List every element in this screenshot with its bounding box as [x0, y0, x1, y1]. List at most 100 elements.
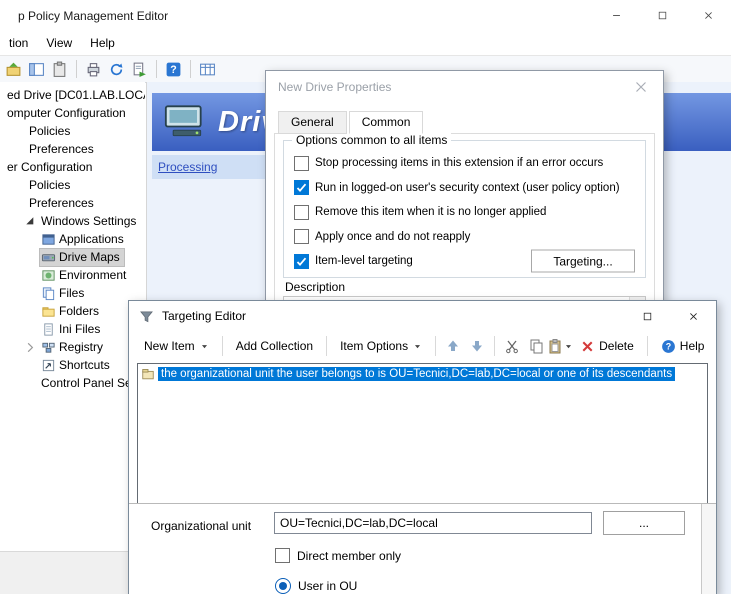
targeting-toolbar: New Item Add Collection Item Options Delete… — [129, 331, 716, 361]
tree-item-body: Policies — [28, 123, 74, 139]
tree-item-control-panel-sett[interactable]: Control Panel Sett — [0, 374, 145, 392]
tree-item-label: Environment — [59, 268, 126, 282]
toolbar-separator — [222, 336, 223, 356]
registry-icon — [41, 340, 56, 355]
group-policy-editor-window: p Policy Management Editor tion View Hel… — [0, 0, 731, 594]
checkbox-item-level-targeting[interactable] — [294, 254, 309, 269]
new-item-button[interactable]: New Item — [137, 334, 216, 358]
caret-icon — [564, 342, 573, 351]
direct-member-checkbox[interactable] — [275, 548, 290, 563]
menu-bar: tion View Help — [0, 31, 731, 56]
processing-row: Processing — [152, 155, 275, 179]
folder-up-button[interactable] — [3, 59, 24, 80]
tree-item-label: Control Panel Sett — [41, 376, 138, 390]
delete-x-icon — [580, 339, 595, 354]
targeting-editor-dialog: Targeting Editor New ItemAdd CollectionI… — [128, 300, 717, 594]
tree-item-policies[interactable]: Policies — [0, 122, 145, 140]
tree-item-ed-drive-dc01-lab-loca[interactable]: ed Drive [DC01.LAB.LOCA — [0, 86, 145, 104]
table-view-button[interactable] — [197, 59, 218, 80]
tree-item-windows-settings[interactable]: Windows Settings — [0, 212, 145, 230]
maximize-button[interactable] — [639, 0, 685, 31]
help-button[interactable]: ?Help — [654, 334, 712, 358]
dialog-title: New Drive Properties — [278, 80, 391, 94]
groupbox-legend: Options common to all items — [292, 133, 451, 147]
down-arrow-button[interactable] — [466, 335, 488, 357]
menu-help[interactable]: Help — [81, 36, 124, 50]
dialog-title-bar: New Drive Properties — [266, 71, 663, 103]
checkbox-remove-this-item-when-it-is-no-longer-applied[interactable] — [294, 205, 309, 220]
checkbox-run-in-logged-on-user-s-security-context-user-policy-option[interactable] — [294, 180, 309, 195]
browse-button[interactable]: ... — [603, 511, 685, 535]
processing-link[interactable]: Processing — [158, 160, 217, 174]
tree-pane-button[interactable] — [26, 59, 47, 80]
refresh-icon — [108, 61, 125, 78]
tab-general[interactable]: General — [278, 111, 347, 134]
tree-expander — [24, 285, 40, 301]
close-button[interactable] — [670, 301, 716, 331]
targeting-button[interactable]: Targeting... — [531, 250, 635, 273]
refresh-button[interactable] — [106, 59, 127, 80]
delete-button[interactable]: Delete — [573, 334, 641, 358]
tree-item-environment[interactable]: Environment — [0, 266, 145, 284]
tree-item-er-configuration[interactable]: er Configuration — [0, 158, 145, 176]
export-list-button[interactable] — [129, 59, 150, 80]
targeting-items-list: the organizational unit the user belongs… — [137, 363, 708, 505]
maximize-button[interactable] — [624, 301, 670, 331]
tree-item-ini-files[interactable]: Ini Files — [0, 320, 145, 338]
option-label: Item-level targeting — [315, 255, 413, 267]
tree-item-preferences[interactable]: Preferences — [0, 194, 145, 212]
maximize-icon — [657, 10, 668, 21]
user-in-ou-radio[interactable] — [275, 578, 291, 594]
tree-item-omputer-configuration[interactable]: omputer Configuration — [0, 104, 145, 122]
tree-horizontal-scrollbar[interactable] — [0, 551, 146, 594]
copy-button[interactable] — [525, 335, 547, 357]
toolbar-separator — [494, 336, 495, 356]
direct-member-row: Direct member only — [275, 548, 401, 563]
tree-expander[interactable] — [24, 339, 40, 355]
title-bar: p Policy Management Editor — [0, 0, 731, 31]
ini-files-icon — [41, 322, 56, 337]
add-collection-button[interactable]: Add Collection — [229, 334, 320, 358]
tree-expander — [24, 231, 40, 247]
menu-view[interactable]: View — [37, 36, 81, 50]
close-button[interactable] — [685, 0, 731, 31]
tree-expander — [24, 303, 40, 319]
item-options-button[interactable]: Item Options — [333, 334, 429, 358]
tree-item-applications[interactable]: Applications — [0, 230, 145, 248]
menu-action[interactable]: tion — [0, 36, 37, 50]
tree-item-files[interactable]: Files — [0, 284, 145, 302]
tree-item-body: Shortcuts — [40, 357, 114, 374]
up-arrow-button[interactable] — [442, 335, 464, 357]
organizational-unit-input[interactable] — [274, 512, 592, 534]
tree-item-policies[interactable]: Policies — [0, 176, 145, 194]
window-controls — [593, 0, 731, 31]
tree-item-folders[interactable]: Folders — [0, 302, 145, 320]
dialog-close-button[interactable] — [619, 71, 663, 103]
tab-common[interactable]: Common — [349, 111, 424, 134]
toolbar-separator — [647, 336, 648, 356]
cut-button[interactable] — [501, 335, 523, 357]
tree-item-preferences[interactable]: Preferences — [0, 140, 145, 158]
tree-expander — [12, 177, 28, 193]
option-row: Item-level targeting Targeting... — [294, 251, 637, 271]
checkbox-apply-once-and-do-not-reapply[interactable] — [294, 229, 309, 244]
minimize-button[interactable] — [593, 0, 639, 31]
window-controls — [624, 301, 716, 331]
printer-button[interactable] — [83, 59, 104, 80]
targeting-item[interactable]: the organizational unit the user belongs… — [139, 365, 707, 383]
tree-expander[interactable] — [24, 213, 40, 229]
tree-item-body: Environment — [40, 267, 130, 284]
tree-expander — [12, 123, 28, 139]
tree-item-shortcuts[interactable]: Shortcuts — [0, 356, 145, 374]
item-details-panel: Organizational unit ... Direct member on… — [129, 503, 716, 594]
option-row: Apply once and do not reapply — [294, 227, 637, 247]
help-square-button[interactable]: ? — [163, 59, 184, 80]
clipboard-button[interactable] — [49, 59, 70, 80]
tree-item-registry[interactable]: Registry — [0, 338, 145, 356]
checkbox-stop-processing-items-in-this-extension-if-an-error-occurs[interactable] — [294, 156, 309, 171]
tree-item-drive-maps[interactable]: Drive Maps — [0, 248, 145, 266]
paste-button[interactable] — [549, 335, 571, 357]
funnel-icon — [139, 309, 154, 324]
details-scrollbar[interactable] — [701, 504, 716, 594]
tab-strip: General Common — [278, 111, 425, 134]
